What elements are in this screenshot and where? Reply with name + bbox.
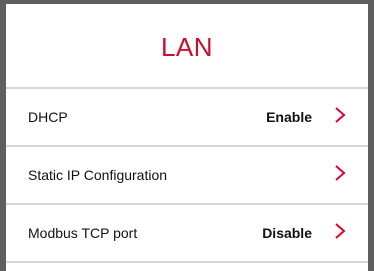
chevron-right-icon[interactable] [330,221,350,241]
row-static-ip-configuration[interactable]: Static IP Configuration [6,147,368,205]
device-screen: LAN DHCP Enable Static IP Configuration … [0,0,374,271]
row-label: Static IP Configuration [28,167,168,183]
row-label: Modbus TCP port [28,225,138,241]
row-dhcp[interactable]: DHCP Enable [6,89,368,147]
header: LAN [6,4,368,89]
chevron-right-icon[interactable] [330,105,350,125]
row-value: Disable [262,225,312,241]
row-value: Enable [266,109,312,125]
settings-list: DHCP Enable Static IP Configuration Modb… [6,89,368,263]
row-label: DHCP [28,109,68,125]
row-modbus-tcp-port[interactable]: Modbus TCP port Disable [6,205,368,263]
page-title: LAN [160,32,214,62]
chevron-right-icon[interactable] [330,163,350,183]
